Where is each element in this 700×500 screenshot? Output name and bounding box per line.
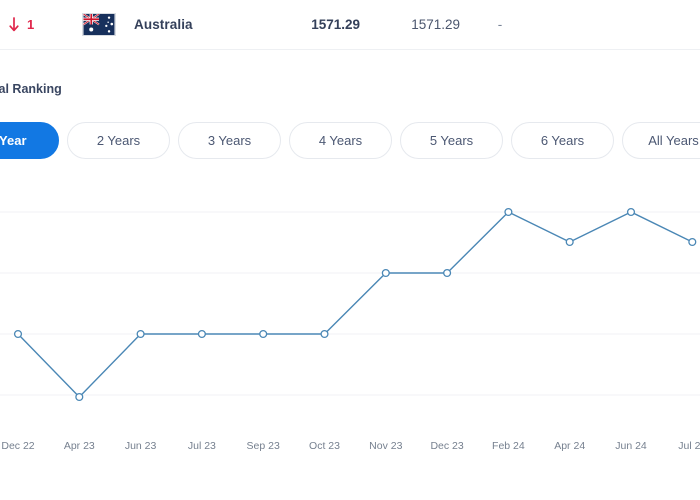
tab-label: 5 Years [429,133,474,148]
chart-series-line [17,211,693,398]
x-axis-tick-label: Dec 22 [1,440,35,452]
tab-6-years[interactable]: 6 Years [511,122,614,159]
country-name: Australia [134,17,193,32]
page-root: 1 Australia 1571.29 1571.29 - al Ranking… [0,0,700,500]
chart-data-point[interactable] [688,237,697,247]
chart-data-point[interactable] [381,268,390,278]
x-axis-tick-label: Nov 23 [369,440,403,452]
tab-label: 4 Years [318,133,363,148]
chart-data-points [13,207,697,402]
value-tertiary: - [497,17,503,32]
x-axis-tick-label: Apr 24 [554,440,586,452]
tab-5-years[interactable]: 5 Years [400,122,503,159]
x-axis-tick-label: Feb 24 [492,440,525,452]
chart-data-point[interactable] [136,329,145,339]
tab-all-years[interactable]: All Years [622,122,700,159]
historical-ranking-chart[interactable] [0,186,700,456]
tab-3-years[interactable]: 3 Years [178,122,281,159]
ranking-row[interactable]: 1 Australia 1571.29 1571.29 - [0,0,700,50]
value-secondary: 1571.29 [411,17,460,32]
tab-label: 6 Years [540,133,585,148]
chart-x-axis: Dec 22 Apr 23 Jun 23 Jul 23 Sep 23 Oct 23 Nov … [0,440,700,468]
chart-data-point[interactable] [443,268,452,278]
tab-2-years[interactable]: 2 Years [67,122,170,159]
value-primary: 1571.29 [311,17,360,32]
x-axis-tick-label: Jul 24 [678,440,700,452]
country-flag-cell [70,13,128,36]
rank-change-value: 1 [27,17,35,32]
chart-svg [0,207,700,402]
chart-data-point[interactable] [197,329,206,339]
section-title: Historical Ranking [0,82,62,96]
x-axis-tick-label: Dec 23 [430,440,464,452]
x-axis-tick-label: Sep 23 [246,440,280,452]
x-axis-tick-label: Oct 23 [309,440,340,452]
chart-data-point[interactable] [565,237,574,247]
australia-flag [82,13,116,36]
tab-label: 2 Years [96,133,141,148]
x-axis-tick-label: Jul 23 [187,440,216,452]
chart-data-point[interactable] [504,207,513,217]
x-axis-tick-label: Jun 24 [615,440,647,452]
tab-4-years[interactable]: 4 Years [289,122,392,159]
chart-data-point[interactable] [259,329,268,339]
chart-gridlines [0,211,700,396]
tab-label: All Years [648,133,699,148]
tab-1-year[interactable]: 1 Year [0,122,59,159]
x-axis-tick-label: Jun 23 [124,440,157,452]
chart-data-point[interactable] [320,329,329,339]
chart-data-point[interactable] [75,392,84,402]
chart-data-point[interactable] [13,329,23,339]
tab-label: 3 Years [207,133,252,148]
arrow-down-icon [8,16,20,33]
chart-data-point[interactable] [626,207,636,217]
rank-change-indicator: 1 [0,16,70,33]
period-tabs: 1 Year 2 Years 3 Years 4 Years 5 Years 6… [0,122,700,159]
x-axis-tick-label: Apr 23 [63,440,95,452]
tab-label: 1 Year [0,133,27,148]
